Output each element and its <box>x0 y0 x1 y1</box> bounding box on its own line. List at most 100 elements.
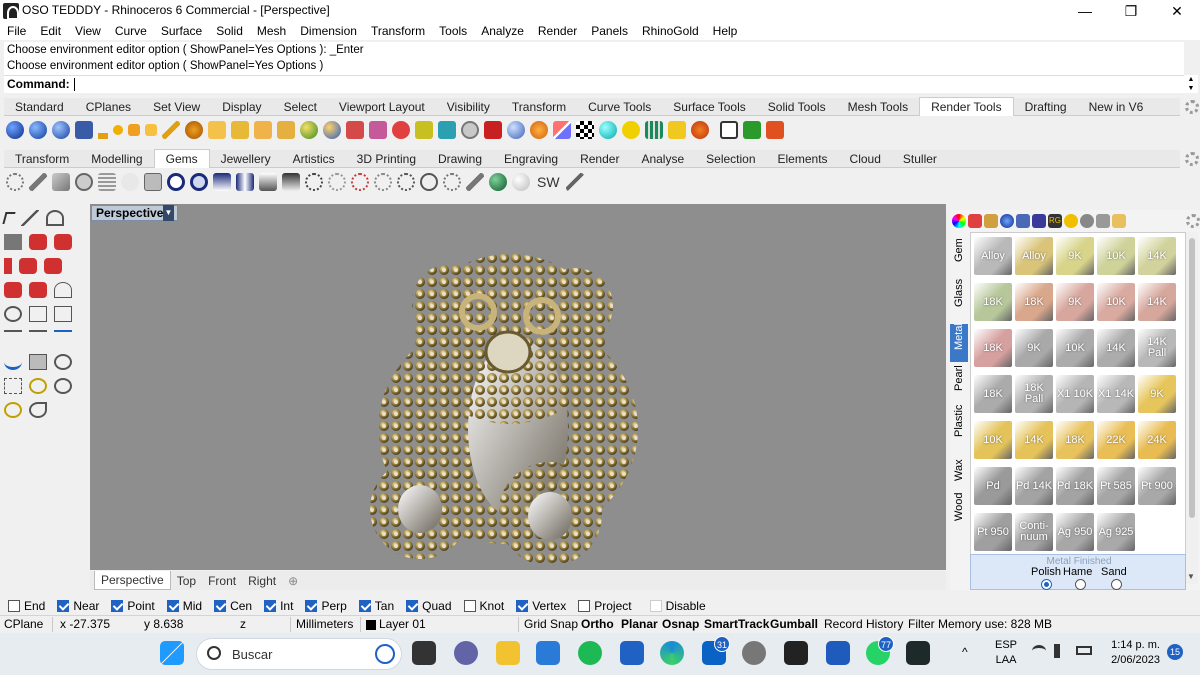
light-property-icon[interactable] <box>254 121 272 139</box>
metal-swatch[interactable]: 18K <box>974 283 1012 321</box>
finish-radio-polish[interactable] <box>1041 579 1052 590</box>
save-icon[interactable] <box>4 234 22 250</box>
menu-tools[interactable]: Tools <box>432 22 474 40</box>
pan-icon[interactable] <box>54 378 72 394</box>
command-scroll[interactable]: ▲ ▼ <box>1184 75 1198 93</box>
directional-light-icon[interactable] <box>128 124 140 136</box>
metal-swatch[interactable]: 18K <box>974 375 1012 413</box>
ortho-toggle[interactable]: Ortho <box>581 617 614 632</box>
menu-surface[interactable]: Surface <box>154 22 209 40</box>
material-tab-pearl[interactable]: Pearl <box>950 364 968 404</box>
tab-rg-engraving[interactable]: Engraving <box>493 150 569 168</box>
render-stop-icon[interactable] <box>766 121 784 139</box>
osnap-mid[interactable]: Mid <box>166 599 202 613</box>
channel-icon[interactable] <box>190 173 208 191</box>
cutters-icon[interactable] <box>236 173 254 191</box>
pave-grid-icon[interactable] <box>374 173 392 191</box>
osnap-int[interactable]: Int <box>264 599 293 613</box>
tab-visibility[interactable]: Visibility <box>436 98 501 116</box>
osnap-end[interactable]: End <box>8 599 45 613</box>
color-wheel-icon[interactable] <box>952 214 966 228</box>
zoom-selected-icon[interactable] <box>29 378 47 394</box>
gem-count-icon[interactable] <box>443 173 461 191</box>
light-edit-icon[interactable] <box>208 121 226 139</box>
edge-icon[interactable] <box>660 641 684 665</box>
orange-sphere-icon[interactable] <box>530 121 548 139</box>
filter-toggle[interactable]: Filter <box>908 617 935 632</box>
tab-mesh-tools[interactable]: Mesh Tools <box>837 98 919 116</box>
menu-mesh[interactable]: Mesh <box>250 22 293 40</box>
osnap-checkbox[interactable] <box>305 599 318 612</box>
metal-swatch[interactable]: 14K <box>1097 329 1135 367</box>
dynamic-pave-icon[interactable] <box>305 173 323 191</box>
menu-view[interactable]: View <box>68 22 108 40</box>
tab-rg-jewellery[interactable]: Jewellery <box>210 150 282 168</box>
bezel-icon[interactable] <box>167 173 185 191</box>
curve-icon[interactable] <box>46 210 64 226</box>
metal-swatch[interactable]: 22K <box>1097 421 1135 459</box>
tab-rg-elements[interactable]: Elements <box>767 150 839 168</box>
tab-transform[interactable]: Transform <box>501 98 577 116</box>
menu-rhinogold[interactable]: RhinoGold <box>635 22 706 40</box>
metal-swatch[interactable]: 18K <box>1056 421 1094 459</box>
metal-swatch[interactable]: 10K <box>1097 283 1135 321</box>
render-play-icon[interactable] <box>743 121 761 139</box>
osnap-checkbox[interactable] <box>358 599 371 612</box>
tab-surface-tools[interactable]: Surface Tools <box>662 98 757 116</box>
tab-rg-3d-printing[interactable]: 3D Printing <box>346 150 427 168</box>
osnap-tan[interactable]: Tan <box>358 599 394 613</box>
material-tab-wood[interactable]: Wood <box>950 492 968 534</box>
tab-select[interactable]: Select <box>273 98 328 116</box>
gem-blank-icon[interactable] <box>121 173 139 191</box>
shield-icon[interactable] <box>968 214 982 228</box>
gem-tool-icon[interactable] <box>466 173 484 191</box>
solid-icon[interactable] <box>4 258 12 274</box>
mirror-icon[interactable] <box>4 330 22 346</box>
dimension-icon[interactable] <box>4 306 22 322</box>
show-hidden-icons-icon[interactable]: ^ <box>962 645 968 659</box>
tab-standard[interactable]: Standard <box>4 98 75 116</box>
tab-rg-stuller[interactable]: Stuller <box>892 150 948 168</box>
gems-on-curve-icon[interactable] <box>29 173 47 191</box>
pave-pattern-icon[interactable] <box>328 173 346 191</box>
tab-rg-transform[interactable]: Transform <box>4 150 80 168</box>
mail-icon[interactable] <box>620 641 644 665</box>
osnap-checkbox[interactable] <box>214 599 227 612</box>
menu-curve[interactable]: Curve <box>108 22 154 40</box>
material-tab-gem[interactable]: Gem <box>950 234 968 276</box>
transform-icon[interactable] <box>29 306 47 322</box>
analyze-icon[interactable] <box>54 330 72 346</box>
globe-icon[interactable] <box>1000 214 1014 228</box>
layer-name[interactable]: Layer 01 <box>379 617 426 632</box>
render-icon[interactable] <box>4 354 22 370</box>
osnap-checkbox[interactable] <box>111 599 124 612</box>
osnap-near[interactable]: Near <box>57 599 99 613</box>
smarttrack-toggle[interactable]: SmartTrack <box>704 617 769 632</box>
tab-rg-analyse[interactable]: Analyse <box>630 150 695 168</box>
tab-curve-tools[interactable]: Curve Tools <box>577 98 662 116</box>
battery-icon[interactable] <box>1076 646 1092 655</box>
osnap-disable[interactable]: Disable <box>649 599 706 613</box>
osnap-checkbox[interactable] <box>463 599 476 612</box>
fillet-icon[interactable] <box>4 282 22 298</box>
metal-swatch[interactable]: 9K <box>1056 283 1094 321</box>
brush-icon[interactable] <box>984 214 998 228</box>
rhino-app-icon[interactable] <box>3 3 19 20</box>
close-button[interactable]: ✕ <box>1154 0 1200 22</box>
maximize-button[interactable]: ❐ <box>1108 0 1154 22</box>
word-icon[interactable] <box>826 641 850 665</box>
render-preview-icon[interactable] <box>29 121 47 139</box>
boolean-icon[interactable] <box>44 258 62 274</box>
gem-shape-icon[interactable] <box>282 173 300 191</box>
select-arrow-icon[interactable] <box>2 212 16 224</box>
osnap-perp[interactable]: Perp <box>305 599 347 613</box>
finish-radio-sand[interactable] <box>1111 579 1122 590</box>
viewport-tab-right[interactable]: Right <box>242 572 282 590</box>
task-view-icon[interactable] <box>412 641 436 665</box>
metal-swatch[interactable]: 14K Pall <box>1138 329 1176 367</box>
metal-swatch[interactable]: Ag 950 <box>1056 513 1094 551</box>
environment-icon[interactable] <box>392 121 410 139</box>
menu-dimension[interactable]: Dimension <box>293 22 364 40</box>
metal-swatch[interactable]: 9K <box>1056 237 1094 275</box>
metal-swatch[interactable]: 18K <box>974 329 1012 367</box>
